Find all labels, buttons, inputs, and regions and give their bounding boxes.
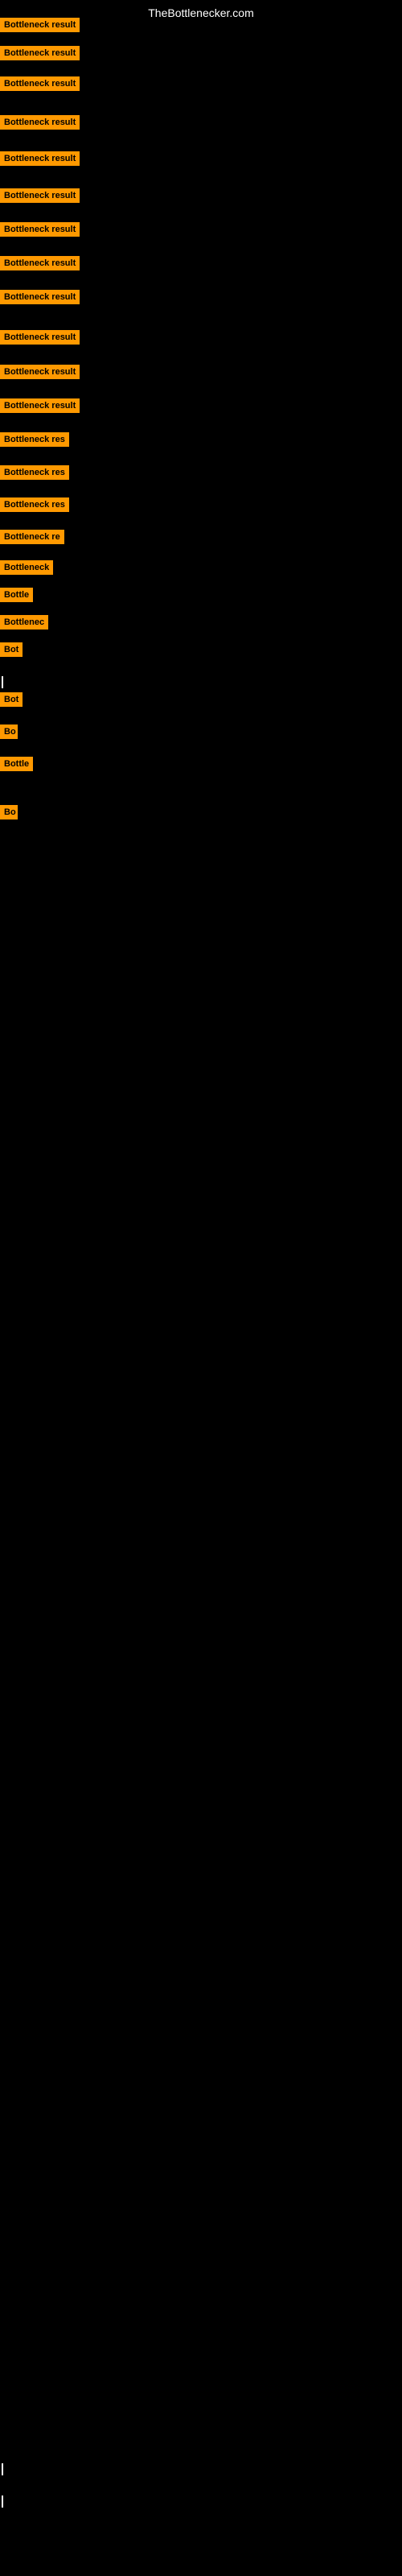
bottleneck-badge-row: Bottleneck re (0, 530, 64, 548)
bottleneck-result-badge[interactable]: Bottleneck res (0, 465, 69, 480)
bottleneck-result-badge[interactable]: Bottle (0, 588, 33, 602)
bottleneck-result-badge[interactable]: Bottlenec (0, 615, 48, 630)
bottleneck-badge-row: Bottleneck result (0, 256, 80, 275)
bottleneck-result-badge[interactable]: Bottleneck result (0, 365, 80, 379)
bottleneck-badge-row: Bottleneck result (0, 76, 80, 95)
bottleneck-result-badge[interactable]: Bottleneck result (0, 256, 80, 270)
bottleneck-result-badge[interactable]: Bot (0, 642, 23, 657)
bottleneck-badge-row: Bottle (0, 757, 33, 775)
bottleneck-result-badge[interactable]: Bo (0, 805, 18, 819)
bottleneck-badge-row: Bottlenec (0, 615, 48, 634)
bottleneck-badge-row: Bottleneck result (0, 46, 80, 64)
bottleneck-badge-row: Bottleneck result (0, 222, 80, 241)
bottleneck-result-badge[interactable]: Bottleneck result (0, 330, 80, 345)
bottleneck-result-badge[interactable]: Bottleneck result (0, 76, 80, 91)
bottleneck-badge-row: Bottleneck result (0, 290, 80, 308)
bottleneck-badge-row: Bottleneck result (0, 330, 80, 349)
bottleneck-badge-row: Bo (0, 724, 18, 743)
bottleneck-result-badge[interactable]: Bottle (0, 757, 33, 771)
bottleneck-result-badge[interactable]: Bottleneck result (0, 222, 80, 237)
bottleneck-badge-row: Bottleneck result (0, 188, 80, 207)
bottleneck-badge-row: Bottleneck result (0, 365, 80, 383)
bottleneck-result-badge[interactable]: Bo (0, 724, 18, 739)
bottleneck-result-badge[interactable]: Bottleneck result (0, 18, 80, 32)
bottleneck-result-badge[interactable]: Bottleneck result (0, 398, 80, 413)
vertical-line (2, 676, 3, 688)
bottleneck-result-badge[interactable]: Bottleneck result (0, 290, 80, 304)
vertical-line (2, 2496, 3, 2508)
bottleneck-result-badge[interactable]: Bottleneck (0, 560, 53, 575)
bottleneck-badge-row: Bottleneck (0, 560, 53, 579)
bottleneck-badge-row: Bot (0, 642, 23, 661)
bottleneck-result-badge[interactable]: Bottleneck re (0, 530, 64, 544)
bottleneck-badge-row: Bottleneck res (0, 497, 69, 516)
bottleneck-result-badge[interactable]: Bottleneck res (0, 497, 69, 512)
bottleneck-badge-row: Bottleneck result (0, 18, 80, 36)
bottleneck-result-badge[interactable]: Bot (0, 692, 23, 707)
bottleneck-result-badge[interactable]: Bottleneck result (0, 151, 80, 166)
bottleneck-result-badge[interactable]: Bottleneck res (0, 432, 69, 447)
bottleneck-badge-row: Bottle (0, 588, 33, 606)
bottleneck-badge-row: Bottleneck res (0, 465, 69, 484)
bottleneck-badge-row: Bottleneck result (0, 398, 80, 417)
bottleneck-result-badge[interactable]: Bottleneck result (0, 188, 80, 203)
bottleneck-badge-row: Bottleneck res (0, 432, 69, 451)
bottleneck-badge-row: Bottleneck result (0, 151, 80, 170)
bottleneck-badge-row: Bo (0, 805, 18, 824)
bottleneck-badge-row: Bottleneck result (0, 115, 80, 134)
bottleneck-badge-row: Bot (0, 692, 23, 711)
bottleneck-result-badge[interactable]: Bottleneck result (0, 46, 80, 60)
bottleneck-result-badge[interactable]: Bottleneck result (0, 115, 80, 130)
vertical-line (2, 2463, 3, 2475)
